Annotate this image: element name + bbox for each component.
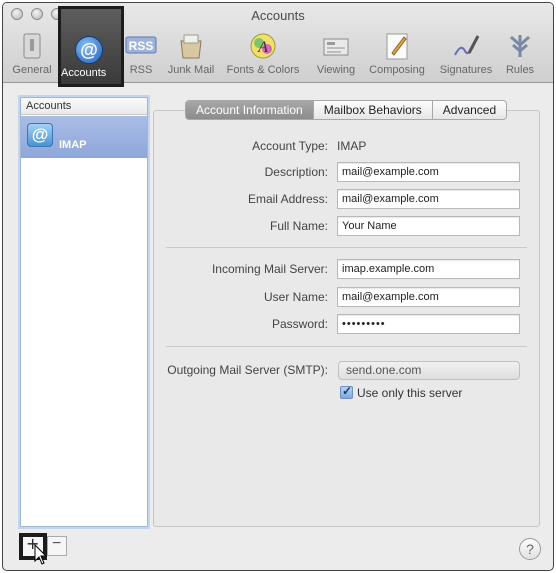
- full-name-label: Full Name:: [269, 219, 328, 233]
- section-divider: [166, 346, 527, 347]
- rules-icon: [505, 31, 535, 61]
- password-label: Password:: [271, 317, 328, 331]
- description-field[interactable]: mail@example.com: [337, 162, 520, 182]
- account-type-label: Account Type:: [252, 139, 328, 153]
- preferences-window: Accounts General RSS RSS Junk Mail A Fon…: [2, 2, 554, 571]
- remove-account-button[interactable]: −: [47, 535, 67, 556]
- minus-icon: −: [52, 535, 62, 552]
- description-label: Description:: [264, 165, 328, 179]
- viewing-icon: [321, 31, 351, 61]
- incoming-server-field[interactable]: imap.example.com: [337, 259, 520, 279]
- svg-text:A: A: [257, 39, 268, 56]
- mail-account-icon: @: [27, 123, 53, 147]
- tab-advanced[interactable]: Advanced: [433, 101, 506, 119]
- help-button[interactable]: ?: [519, 538, 541, 560]
- composing-icon: [382, 31, 412, 61]
- mouse-pointer-icon: [34, 544, 48, 565]
- toolbar-fonts-colors[interactable]: A Fonts & Colors: [222, 31, 304, 81]
- general-switch-icon: [9, 31, 55, 61]
- account-type-value: IMAP: [337, 139, 367, 153]
- rss-icon: RSS: [125, 31, 157, 61]
- user-name-label: User Name:: [263, 290, 328, 304]
- section-divider: [166, 247, 527, 248]
- checkmark-icon: ✓: [342, 384, 353, 398]
- account-tabs: Account Information Mailbox Behaviors Ad…: [185, 100, 508, 120]
- toolbar-viewing[interactable]: Viewing: [311, 31, 361, 81]
- email-address-field[interactable]: mail@example.com: [337, 189, 520, 209]
- toolbar-signatures[interactable]: Signatures: [435, 31, 497, 81]
- smtp-server-popup[interactable]: send.one.com: [338, 361, 520, 380]
- toolbar-composing[interactable]: Composing: [365, 31, 429, 81]
- svg-text:RSS: RSS: [129, 39, 154, 53]
- toolbar-accounts[interactable]: @ Accounts: [58, 6, 124, 87]
- email-address-label: Email Address:: [247, 192, 328, 206]
- toolbar-rss[interactable]: RSS RSS: [123, 31, 159, 81]
- use-only-server-checkbox[interactable]: ✓: [340, 384, 353, 399]
- user-name-field[interactable]: mail@example.com: [337, 287, 520, 307]
- junk-mail-icon: [176, 31, 206, 61]
- fonts-colors-icon: A: [248, 31, 278, 61]
- tab-account-information[interactable]: Account Information: [186, 101, 314, 119]
- signatures-icon: [451, 31, 481, 61]
- toolbar-general[interactable]: General: [9, 31, 55, 81]
- at-sign-icon: @: [75, 36, 103, 64]
- tab-mailbox-behaviors[interactable]: Mailbox Behaviors: [314, 101, 433, 119]
- accounts-list-header: Accounts: [21, 98, 147, 115]
- password-field[interactable]: •••••••••: [337, 314, 520, 334]
- use-only-server-label: Use only this server: [357, 386, 463, 400]
- incoming-server-label: Incoming Mail Server:: [211, 262, 328, 276]
- smtp-label: Outgoing Mail Server (SMTP):: [167, 363, 328, 377]
- account-name: IMAP: [59, 139, 87, 151]
- full-name-field[interactable]: Your Name: [337, 216, 520, 236]
- toolbar-junk-mail[interactable]: Junk Mail: [163, 31, 219, 81]
- toolbar-rules[interactable]: Rules: [501, 31, 539, 81]
